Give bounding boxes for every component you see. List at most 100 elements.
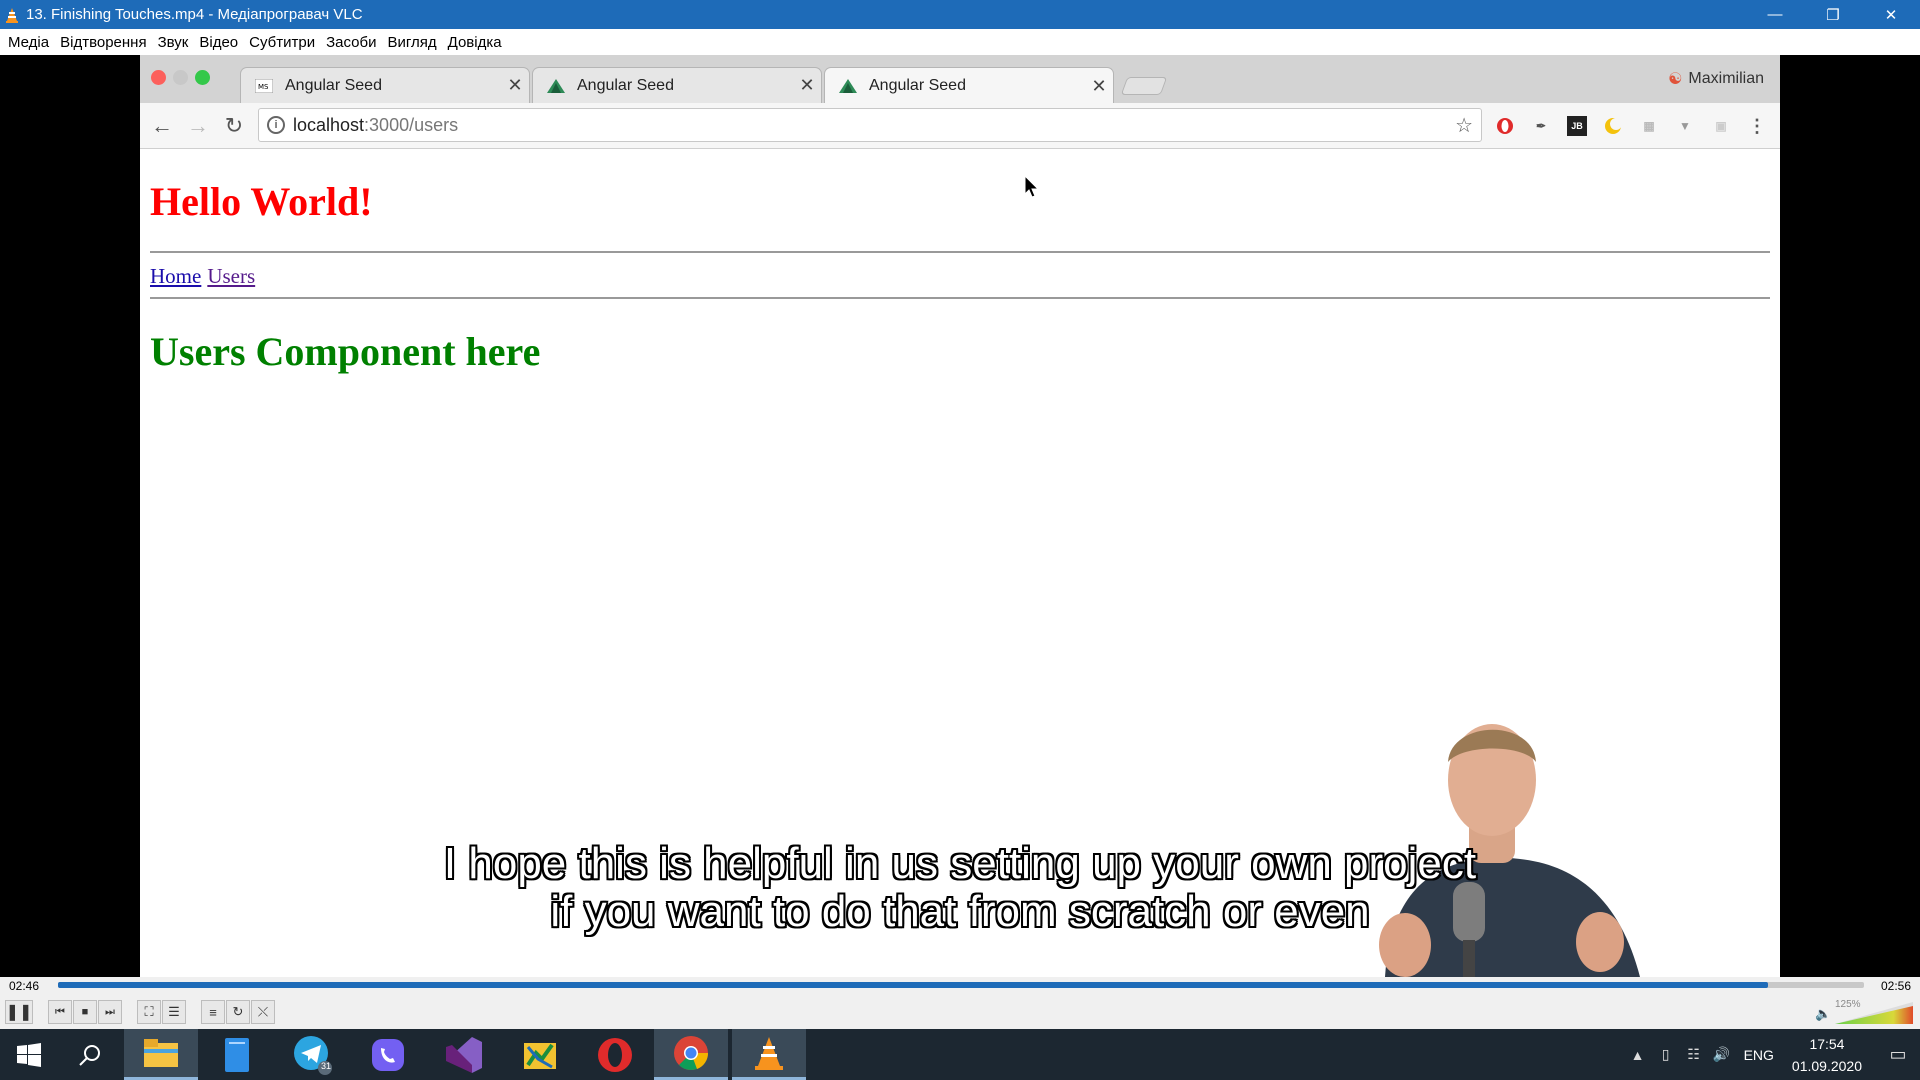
profile-name: Maximilian	[1688, 70, 1764, 87]
menu-audio[interactable]: Звук	[154, 34, 196, 51]
zoom-dot-icon	[195, 70, 210, 85]
browser-tab-1: MS Angular Seed ✕	[240, 67, 530, 103]
tab-close-icon: ✕	[507, 75, 523, 95]
mouse-cursor-icon	[1024, 174, 1040, 204]
subtitles: I hope this is helpful in us setting up …	[0, 840, 1920, 936]
menu-tools[interactable]: Засоби	[322, 34, 383, 51]
moon-extension-icon	[1603, 116, 1623, 136]
language-indicator[interactable]: ENG	[1744, 1047, 1774, 1063]
grid-extension-icon: ▦	[1643, 119, 1655, 133]
taskbar-opera[interactable]	[578, 1029, 652, 1080]
restore-button[interactable]: ❐	[1804, 0, 1862, 29]
menu-media[interactable]: Медіа	[4, 34, 56, 51]
extension-icon: ▣	[1715, 119, 1727, 133]
clock-date: 01.09.2020	[1791, 1057, 1862, 1074]
tab-close-icon: ✕	[1091, 75, 1107, 96]
taskbar-file-explorer[interactable]	[124, 1029, 198, 1080]
next-icon: ⏭	[105, 1005, 115, 1018]
browser-tab-2: Angular Seed ✕	[532, 67, 822, 103]
eyedropper-extension-icon: ✒	[1535, 119, 1547, 133]
network-icon[interactable]: ☷	[1680, 1046, 1708, 1063]
address-bar: i localhost:3000/users ☆	[258, 108, 1482, 142]
chrome-icon	[674, 1036, 709, 1070]
playlist-icon: ≡	[209, 1004, 217, 1020]
menu-video[interactable]: Відео	[195, 34, 245, 51]
subtitle-line-2: if you want to do that from scratch or e…	[550, 887, 1370, 936]
battery-icon[interactable]: ▯	[1652, 1046, 1680, 1063]
next-button[interactable]: ⏭	[98, 1000, 122, 1024]
vue-extension-icon: ▼	[1679, 119, 1691, 133]
chevron-up-icon[interactable]: ▲	[1624, 1047, 1652, 1063]
minimize-button[interactable]: —	[1746, 0, 1804, 29]
extended-settings-button[interactable]: ☰	[162, 1000, 186, 1024]
close-dot-icon	[151, 70, 166, 85]
fullscreen-icon: ⛶	[144, 1004, 154, 1019]
vlc-title-bar: 13. Finishing Touches.mp4 - Медіапрограв…	[0, 0, 1920, 29]
taskbar-app[interactable]	[503, 1029, 577, 1080]
shuffle-icon: ⤬	[257, 1004, 269, 1019]
url-path: :3000/users	[364, 114, 459, 135]
menu-help[interactable]: Довідка	[444, 34, 509, 51]
app-icon	[524, 1042, 556, 1069]
previous-icon: ⏮	[55, 1005, 65, 1018]
tab-title: Angular Seed	[869, 77, 966, 94]
search-button[interactable]	[58, 1029, 122, 1080]
store-icon	[225, 1037, 249, 1072]
opera-icon	[598, 1037, 632, 1072]
pause-button[interactable]: ❚❚	[5, 1000, 33, 1024]
clock[interactable]: 17:54 01.09.2020	[1792, 1033, 1862, 1077]
shuffle-button[interactable]: ⤬	[251, 1000, 275, 1024]
menu-view[interactable]: Вигляд	[383, 34, 443, 51]
stop-button[interactable]: ■	[73, 1000, 97, 1024]
speaker-icon[interactable]: 🔊	[1708, 1046, 1736, 1063]
divider	[150, 297, 1770, 299]
loop-button[interactable]: ↻	[226, 1000, 250, 1024]
elapsed-time: 02:46	[9, 979, 40, 993]
profile-icon: ☯	[1668, 71, 1683, 88]
menu-subtitles[interactable]: Субтитри	[245, 34, 322, 51]
seek-progress	[58, 982, 1769, 988]
taskbar-viber[interactable]	[351, 1029, 425, 1080]
taskbar-vlc[interactable]	[732, 1029, 806, 1080]
tab-close-icon: ✕	[799, 75, 815, 95]
browser-toolbar: ← → ↻ i localhost:3000/users ☆ ✒ JB ▦ ▼ …	[140, 103, 1780, 149]
volume-slider[interactable]: 🔈 125%	[1815, 999, 1915, 1024]
viber-icon	[372, 1038, 404, 1071]
nav-link-users: Users	[207, 264, 256, 288]
speaker-icon: 🔈	[1815, 1006, 1832, 1021]
subtitle-line-1: I hope this is helpful in us setting up …	[443, 839, 1477, 888]
url-host: localhost	[293, 114, 365, 135]
search-icon	[79, 1044, 100, 1066]
close-button[interactable]: ✕	[1862, 0, 1920, 29]
reload-icon: ↻	[224, 113, 244, 138]
hello-heading: Hello World!	[150, 179, 373, 224]
menu-playback[interactable]: Відтворення	[56, 34, 153, 51]
new-tab-icon	[1120, 77, 1168, 95]
system-tray: ▲ ▯ ☷ 🔊 ENG 17:54 01.09.2020 ▭	[1624, 1029, 1920, 1080]
taskbar-chrome[interactable]	[654, 1029, 728, 1080]
taskbar-store[interactable]	[200, 1029, 274, 1080]
browser-tab-3-active: Angular Seed ✕	[824, 67, 1114, 104]
ms-favicon-icon: MS	[255, 77, 273, 95]
vlc-menu-bar: Медіа Відтворення Звук Відео Субтитри За…	[0, 29, 1920, 55]
start-button[interactable]	[0, 1029, 58, 1080]
nav-link-home: Home	[150, 264, 202, 288]
fullscreen-button[interactable]: ⛶	[137, 1000, 161, 1024]
notifications-icon[interactable]: ▭	[1876, 1044, 1920, 1065]
taskbar-visual-studio[interactable]	[427, 1029, 501, 1080]
forward-arrow-icon: →	[187, 113, 209, 138]
video-area[interactable]: MS Angular Seed ✕ Angular Seed ✕ Angular…	[0, 55, 1920, 977]
previous-button[interactable]: ⏮	[48, 1000, 72, 1024]
vlc-icon	[755, 1037, 783, 1070]
visual-studio-icon	[446, 1036, 482, 1073]
taskbar-telegram[interactable]: 31	[276, 1029, 350, 1080]
seek-slider[interactable]	[58, 982, 1864, 988]
playlist-button[interactable]: ≡	[201, 1000, 225, 1024]
info-icon: i	[267, 116, 285, 134]
total-time: 02:56	[1880, 979, 1911, 993]
users-component-heading: Users Component here	[150, 329, 541, 374]
bookmark-star-icon: ☆	[1455, 115, 1473, 137]
pause-icon: ❚❚	[5, 1004, 33, 1021]
divider	[150, 251, 1770, 253]
clock-time: 17:54	[1809, 1035, 1845, 1052]
